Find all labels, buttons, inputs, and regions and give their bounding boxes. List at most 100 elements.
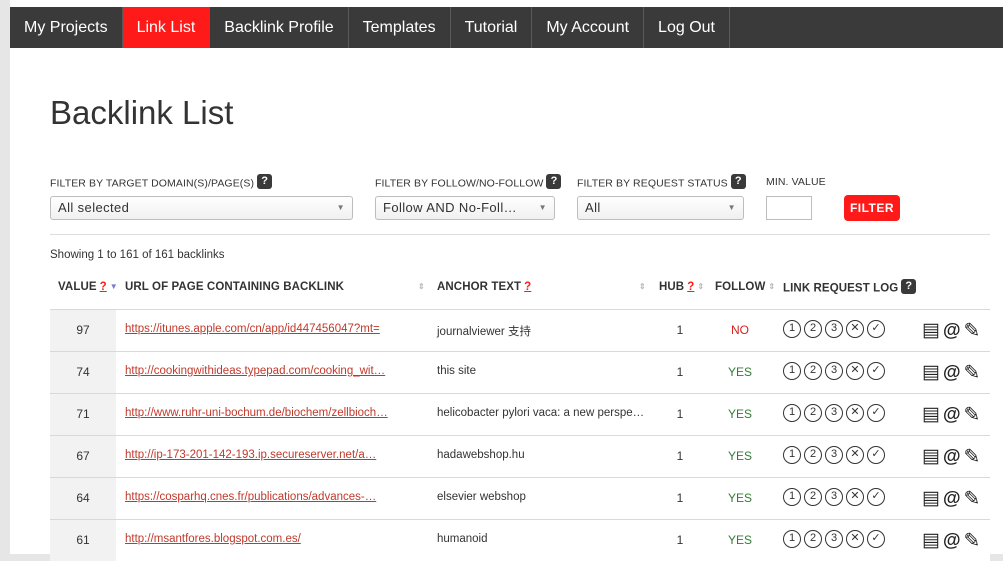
approve-icon[interactable]: ✓	[867, 404, 885, 422]
row-follow-status: YES	[727, 449, 752, 463]
email-icon[interactable]: @	[943, 530, 961, 551]
email-icon[interactable]: @	[943, 446, 961, 467]
step-3-icon[interactable]: 3	[825, 404, 843, 422]
nav-backlink-profile[interactable]: Backlink Profile	[210, 7, 349, 48]
step-2-icon[interactable]: 2	[804, 404, 822, 422]
row-url-link[interactable]: https://cosparhq.cnes.fr/publications/ad…	[125, 491, 376, 503]
copy-icon[interactable]: ▤	[922, 445, 940, 468]
step-1-icon[interactable]: 1	[783, 446, 801, 464]
step-1-icon[interactable]: 1	[783, 404, 801, 422]
help-icon[interactable]: ?	[100, 281, 107, 293]
copy-icon[interactable]: ▤	[922, 319, 940, 342]
column-hub-label: HUB	[659, 281, 685, 293]
sort-icon[interactable]: ⇕	[415, 281, 425, 293]
step-2-icon[interactable]: 2	[804, 530, 822, 548]
help-icon[interactable]: ?	[901, 279, 917, 294]
edit-pencil-icon[interactable]: ✎	[964, 444, 981, 469]
help-icon[interactable]: ?	[546, 174, 562, 189]
page-title: Backlink List	[50, 94, 234, 131]
sort-icon[interactable]: ⇕	[697, 282, 704, 291]
copy-icon[interactable]: ▤	[922, 529, 940, 552]
step-1-icon[interactable]: 1	[783, 530, 801, 548]
row-anchor-text: journalviewer 支持	[437, 326, 531, 338]
email-icon[interactable]: @	[943, 488, 961, 509]
sort-icon[interactable]: ⇕	[768, 282, 775, 291]
filter-follow-label-text: FILTER BY FOLLOW/NO-FOLLOW	[375, 177, 544, 190]
nav-link-list[interactable]: Link List	[122, 7, 211, 48]
step-3-icon[interactable]: 3	[825, 320, 843, 338]
approve-icon[interactable]: ✓	[867, 446, 885, 464]
row-value: 64	[50, 478, 116, 519]
row-url-link[interactable]: https://itunes.apple.com/cn/app/id447456…	[125, 323, 380, 335]
help-icon[interactable]: ?	[257, 174, 273, 189]
step-2-icon[interactable]: 2	[804, 362, 822, 380]
row-anchor-text: helicobacter pylori vaca: a new perspe…	[437, 407, 645, 419]
step-3-icon[interactable]: 3	[825, 362, 843, 380]
help-icon[interactable]: ?	[730, 174, 746, 189]
row-actions: ▤ @ ✎	[922, 486, 980, 511]
edit-pencil-icon[interactable]: ✎	[964, 528, 981, 553]
copy-icon[interactable]: ▤	[922, 403, 940, 426]
step-1-icon[interactable]: 1	[783, 320, 801, 338]
step-2-icon[interactable]: 2	[804, 320, 822, 338]
copy-icon[interactable]: ▤	[922, 361, 940, 384]
sort-desc-icon[interactable]: ▼	[110, 282, 118, 291]
target-domain-select[interactable]: All selected ▼	[50, 196, 353, 220]
column-anchor[interactable]: ANCHOR TEXT?	[437, 281, 531, 293]
nav-tutorial[interactable]: Tutorial	[451, 7, 533, 48]
sort-icon[interactable]: ⇕	[636, 281, 646, 293]
min-value-label: MIN. VALUE	[766, 176, 826, 188]
email-icon[interactable]: @	[943, 320, 961, 341]
row-url-link[interactable]: http://www.ruhr-uni-bochum.de/biochem/ze…	[125, 407, 388, 419]
row-hub: 1	[676, 323, 684, 337]
top-navigation: My Projects Link List Backlink Profile T…	[10, 7, 1003, 48]
row-hub: 1	[676, 407, 684, 421]
step-2-icon[interactable]: 2	[804, 446, 822, 464]
step-1-icon[interactable]: 1	[783, 488, 801, 506]
edit-pencil-icon[interactable]: ✎	[964, 402, 981, 427]
row-url-link[interactable]: http://ip-173-201-142-193.ip.secureserve…	[125, 449, 376, 461]
approve-icon[interactable]: ✓	[867, 530, 885, 548]
reject-icon[interactable]: ✕	[846, 446, 864, 464]
reject-icon[interactable]: ✕	[846, 404, 864, 422]
target-domain-select-value: All selected	[58, 200, 130, 215]
column-hub[interactable]: HUB? ⇕	[659, 281, 704, 293]
link-request-log: 1 2 3 ✕ ✓	[783, 488, 885, 506]
step-3-icon[interactable]: 3	[825, 488, 843, 506]
request-status-select[interactable]: All ▼	[577, 196, 744, 220]
reject-icon[interactable]: ✕	[846, 530, 864, 548]
row-url-link[interactable]: http://msantfores.blogspot.com.es/	[125, 533, 301, 545]
follow-select[interactable]: Follow AND No-Foll… ▼	[375, 196, 555, 220]
email-icon[interactable]: @	[943, 362, 961, 383]
nav-my-projects[interactable]: My Projects	[10, 7, 123, 48]
column-url[interactable]: URL OF PAGE CONTAINING BACKLINK	[125, 281, 344, 293]
step-1-icon[interactable]: 1	[783, 362, 801, 380]
nav-my-account[interactable]: My Account	[532, 7, 645, 48]
edit-pencil-icon[interactable]: ✎	[964, 486, 981, 511]
step-3-icon[interactable]: 3	[825, 530, 843, 548]
approve-icon[interactable]: ✓	[867, 488, 885, 506]
row-url-link[interactable]: http://cookingwithideas.typepad.com/cook…	[125, 365, 385, 377]
edit-pencil-icon[interactable]: ✎	[964, 360, 981, 385]
min-value-input[interactable]	[766, 196, 812, 220]
approve-icon[interactable]: ✓	[867, 320, 885, 338]
reject-icon[interactable]: ✕	[846, 488, 864, 506]
edit-pencil-icon[interactable]: ✎	[964, 318, 981, 343]
row-actions: ▤ @ ✎	[922, 318, 980, 343]
approve-icon[interactable]: ✓	[867, 362, 885, 380]
link-request-log: 1 2 3 ✕ ✓	[783, 362, 885, 380]
help-icon[interactable]: ?	[687, 281, 694, 293]
email-icon[interactable]: @	[943, 404, 961, 425]
column-follow[interactable]: FOLLOW ⇕	[715, 281, 775, 293]
nav-log-out[interactable]: Log Out	[644, 7, 730, 48]
link-request-log: 1 2 3 ✕ ✓	[783, 404, 885, 422]
help-icon[interactable]: ?	[524, 281, 531, 293]
nav-templates[interactable]: Templates	[349, 7, 451, 48]
step-2-icon[interactable]: 2	[804, 488, 822, 506]
reject-icon[interactable]: ✕	[846, 320, 864, 338]
step-3-icon[interactable]: 3	[825, 446, 843, 464]
copy-icon[interactable]: ▤	[922, 487, 940, 510]
reject-icon[interactable]: ✕	[846, 362, 864, 380]
filter-button[interactable]: FILTER	[844, 195, 900, 221]
column-value[interactable]: VALUE? ▼	[58, 281, 118, 293]
